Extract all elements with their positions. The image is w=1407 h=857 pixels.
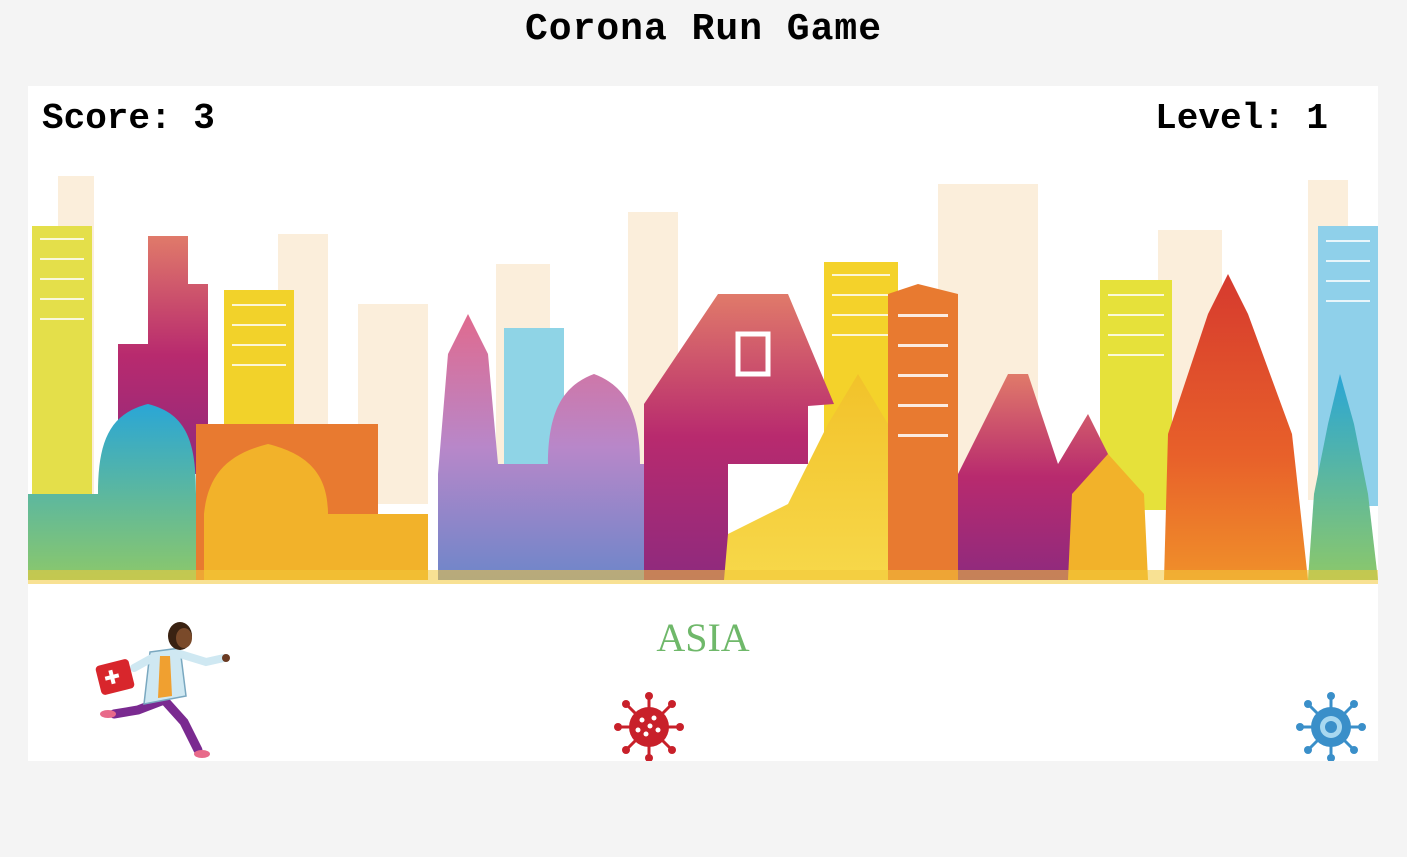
level-display: Level: 1 (1155, 98, 1328, 139)
game-canvas[interactable]: Score: 3 Level: 1 ASIA (28, 86, 1378, 761)
virus-blue-icon (1296, 692, 1366, 761)
doctor-runner-icon (95, 622, 230, 758)
score-display: Score: 3 (42, 98, 215, 139)
page-title: Corona Run Game (524, 8, 883, 51)
virus-red-icon (614, 692, 684, 761)
asia-skyline-background (28, 176, 1378, 584)
